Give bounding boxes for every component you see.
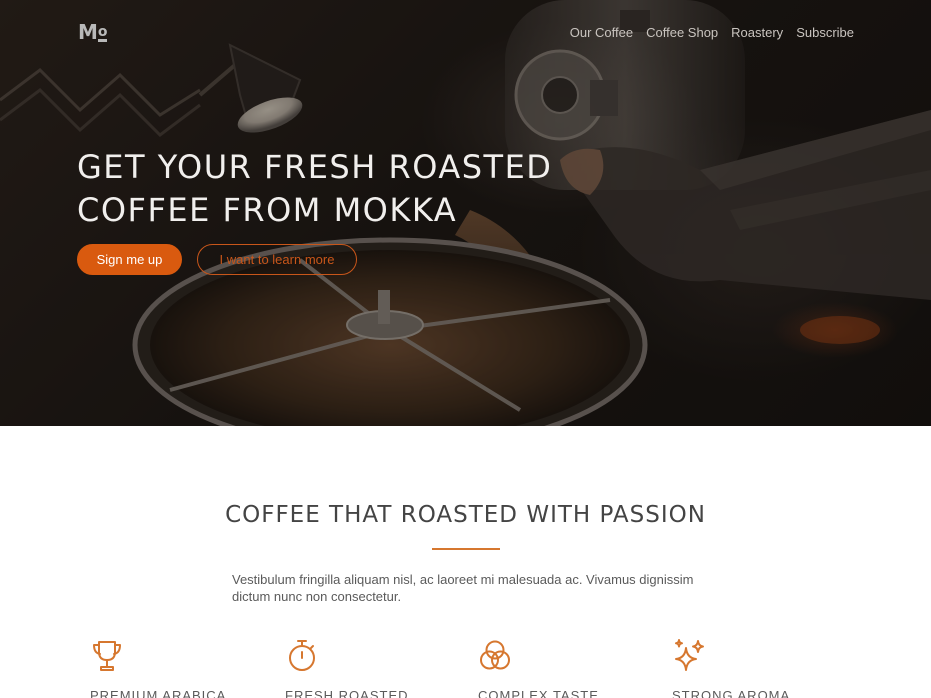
nav-item-roastery[interactable]: Roastery xyxy=(731,24,783,42)
feature-fresh-roasted: FRESH ROASTED xyxy=(285,638,445,698)
feature-label: COMPLEX TASTE xyxy=(478,688,599,698)
nav-item-coffee-shop[interactable]: Coffee Shop xyxy=(646,24,718,42)
feature-complex-taste: COMPLEX TASTE xyxy=(478,638,638,698)
hero-title-line-2: COFFEE FROM MOKKA xyxy=(77,191,458,229)
feature-strong-aroma: STRONG AROMA xyxy=(672,638,832,698)
sparkles-icon xyxy=(675,639,704,671)
stopwatch-icon xyxy=(289,640,315,671)
learn-more-button[interactable]: I want to learn more xyxy=(197,244,357,275)
sign-me-up-button[interactable]: Sign me up xyxy=(77,244,182,275)
circles-icon xyxy=(480,640,510,670)
trophy-icon xyxy=(93,641,121,671)
feature-label: FRESH ROASTED xyxy=(285,688,409,698)
section-divider xyxy=(432,548,500,550)
feature-label: STRONG AROMA xyxy=(672,688,791,698)
hero-title: GET YOUR FRESH ROASTED COFFEE FROM MOKKA xyxy=(77,146,597,232)
nav-item-subscribe[interactable]: Subscribe xyxy=(796,24,854,42)
mokka-logo[interactable]: Mo xyxy=(78,20,116,44)
section-title: COFFEE THAT ROASTED WITH PASSION xyxy=(225,502,706,528)
hero-section: Mo Our Coffee Coffee Shop Roastery Subsc… xyxy=(0,0,931,426)
feature-label: PREMIUM ARABICA xyxy=(90,688,227,698)
main-nav: Our Coffee Coffee Shop Roastery Subscrib… xyxy=(557,24,854,42)
nav-item-our-coffee[interactable]: Our Coffee xyxy=(570,24,633,42)
feature-premium-arabica: PREMIUM ARABICA xyxy=(90,638,250,698)
hero-title-line-1: GET YOUR FRESH ROASTED xyxy=(77,148,553,186)
section-description: Vestibulum fringilla aliquam nisl, ac la… xyxy=(232,572,694,604)
logo-mark: o xyxy=(97,20,107,44)
logo-letter: M xyxy=(78,20,98,44)
